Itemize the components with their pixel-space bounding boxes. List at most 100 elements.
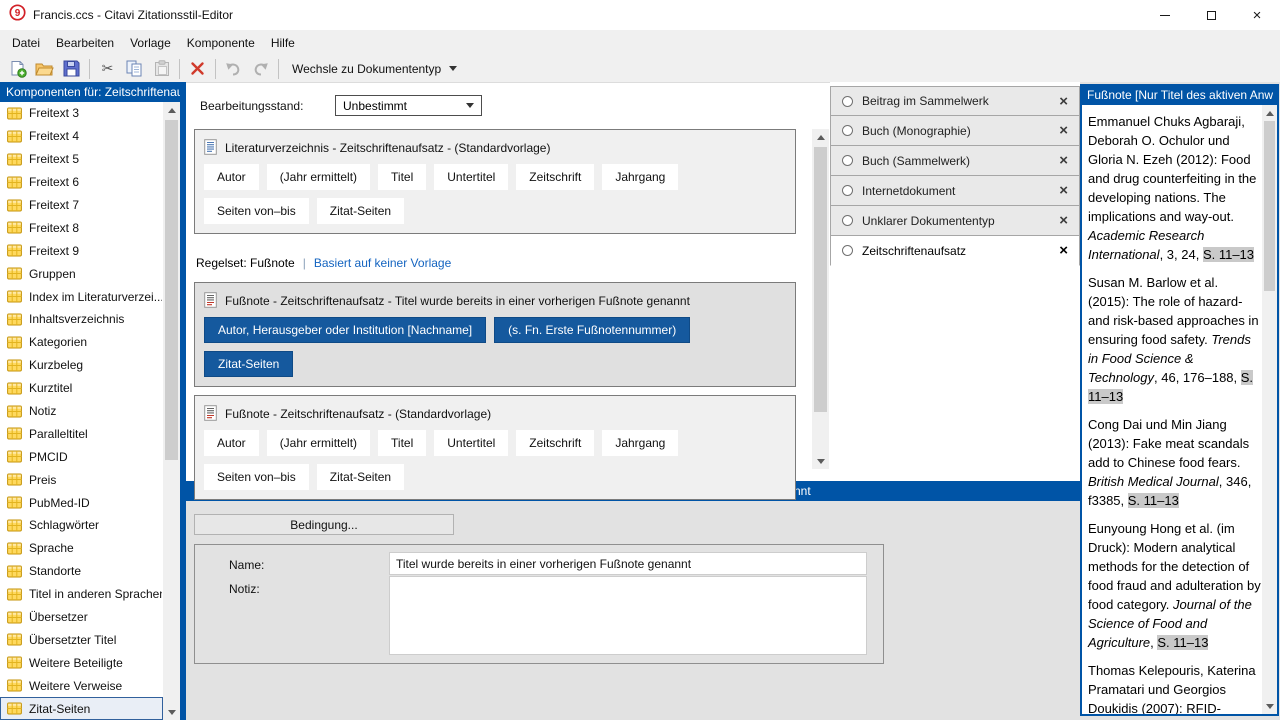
preview-scrollbar[interactable] (1262, 105, 1277, 714)
template-chip[interactable]: Zeitschrift (516, 164, 594, 190)
radio-icon[interactable] (842, 125, 853, 136)
menu-item-vorlage[interactable]: Vorlage (122, 32, 179, 54)
save-icon[interactable] (58, 57, 85, 81)
close-icon[interactable]: × (1059, 153, 1068, 168)
radio-icon[interactable] (842, 245, 853, 256)
ruleset-base-link[interactable]: Basiert auf keiner Vorlage (314, 256, 451, 270)
close-icon[interactable]: × (1059, 183, 1068, 198)
sidebar-item[interactable]: Standorte (0, 560, 163, 583)
menu-item-datei[interactable]: Datei (4, 32, 48, 54)
scroll-up-icon[interactable] (163, 102, 180, 118)
sidebar-item[interactable]: Übersetzer (0, 606, 163, 629)
template-chip[interactable]: Zitat-Seiten (317, 198, 404, 224)
sidebar-item[interactable]: Kurzbeleg (0, 354, 163, 377)
template-chip[interactable]: Titel (378, 430, 426, 456)
sidebar-item[interactable]: Sprache (0, 537, 163, 560)
template-chip[interactable]: Untertitel (434, 430, 508, 456)
template-chip[interactable]: Autor, Herausgeber oder Institution [Nac… (204, 317, 486, 343)
scroll-up-icon[interactable] (1262, 105, 1277, 121)
doc-type-tab[interactable]: Beitrag im Sammelwerk× (830, 86, 1080, 116)
sidebar-item[interactable]: Freitext 5 (0, 148, 163, 171)
sidebar-item[interactable]: Übersetzter Titel (0, 628, 163, 651)
scroll-down-icon[interactable] (812, 453, 829, 469)
sidebar-item[interactable]: Freitext 6 (0, 171, 163, 194)
radio-icon[interactable] (842, 185, 853, 196)
menu-item-komponente[interactable]: Komponente (179, 32, 263, 54)
open-icon[interactable] (31, 57, 58, 81)
template-chip[interactable]: Autor (204, 430, 259, 456)
doc-type-tab[interactable]: Buch (Sammelwerk)× (830, 146, 1080, 176)
sidebar-item[interactable]: Freitext 7 (0, 194, 163, 217)
sidebar-item[interactable]: Weitere Verweise (0, 674, 163, 697)
template-box-footnote-default[interactable]: Fußnote - Zeitschriftenaufsatz - (Standa… (194, 395, 796, 500)
sidebar-scrollbar[interactable] (163, 102, 180, 720)
close-icon[interactable]: × (1059, 94, 1068, 109)
template-chip[interactable]: (Jahr ermittelt) (267, 164, 370, 190)
scroll-thumb[interactable] (165, 120, 178, 460)
template-box-bibliography[interactable]: Literaturverzeichnis - Zeitschriftenaufs… (194, 129, 796, 234)
template-chip[interactable]: Titel (378, 164, 426, 190)
radio-icon[interactable] (842, 155, 853, 166)
template-chip[interactable]: (Jahr ermittelt) (267, 430, 370, 456)
scroll-up-icon[interactable] (812, 129, 829, 145)
cut-icon[interactable]: ✂ (94, 57, 121, 81)
template-chip[interactable]: Jahrgang (602, 430, 678, 456)
minimize-icon[interactable] (1142, 0, 1188, 30)
editing-status-select[interactable]: Unbestimmt (335, 95, 482, 116)
editor-scrollbar[interactable] (812, 129, 829, 469)
template-chip[interactable]: Zitat-Seiten (317, 464, 404, 490)
scroll-down-icon[interactable] (1262, 698, 1277, 714)
close-icon[interactable]: × (1234, 0, 1280, 30)
template-chip[interactable]: Autor (204, 164, 259, 190)
sidebar-item[interactable]: Index im Literaturverzei... (0, 285, 163, 308)
sidebar-item[interactable]: Zitat-Seiten (0, 697, 163, 720)
template-chip[interactable]: (s. Fn. Erste Fußnotennummer) (494, 317, 690, 343)
sidebar-item[interactable]: Kategorien (0, 331, 163, 354)
doc-type-tab[interactable]: Unklarer Dokumententyp× (830, 206, 1080, 236)
new-style-icon[interactable] (4, 57, 31, 81)
switch-document-type-dropdown[interactable]: Wechsle zu Dokumententyp (283, 59, 466, 79)
doc-type-tab[interactable]: Zeitschriftenaufsatz× (830, 236, 1080, 266)
sidebar-item[interactable]: Freitext 3 (0, 102, 163, 125)
template-note-textarea[interactable] (389, 576, 867, 655)
sidebar-item[interactable]: Schlagwörter (0, 514, 163, 537)
template-editor-area: Bearbeitungsstand: Unbestimmt Literaturv… (186, 82, 1080, 481)
sidebar-item[interactable]: Freitext 4 (0, 125, 163, 148)
sidebar-item[interactable]: PMCID (0, 445, 163, 468)
template-box-footnote-repeated-title[interactable]: Fußnote - Zeitschriftenaufsatz - Titel w… (194, 282, 796, 387)
template-name-input[interactable] (389, 552, 867, 575)
menu-item-bearbeiten[interactable]: Bearbeiten (48, 32, 122, 54)
scroll-thumb[interactable] (814, 147, 827, 412)
sidebar-item[interactable]: Notiz (0, 400, 163, 423)
sidebar-item[interactable]: Gruppen (0, 262, 163, 285)
sidebar-item[interactable]: Freitext 8 (0, 216, 163, 239)
close-icon[interactable]: × (1059, 123, 1068, 138)
sidebar-item[interactable]: Weitere Beteiligte (0, 651, 163, 674)
template-chip[interactable]: Seiten von–bis (204, 464, 309, 490)
close-icon[interactable]: × (1059, 243, 1068, 258)
maximize-icon[interactable] (1188, 0, 1234, 30)
sidebar-item[interactable]: PubMed-ID (0, 491, 163, 514)
template-chip[interactable]: Jahrgang (602, 164, 678, 190)
template-chip[interactable]: Zeitschrift (516, 430, 594, 456)
sidebar-item[interactable]: Paralleltitel (0, 422, 163, 445)
doc-type-tab[interactable]: Buch (Monographie)× (830, 116, 1080, 146)
sidebar-item[interactable]: Titel in anderen Sprachen (0, 583, 163, 606)
sidebar-item[interactable]: Inhaltsverzeichnis (0, 308, 163, 331)
doc-type-tab[interactable]: Internetdokument× (830, 176, 1080, 206)
template-chip[interactable]: Seiten von–bis (204, 198, 309, 224)
template-chip[interactable]: Zitat-Seiten (204, 351, 293, 377)
condition-button[interactable]: Bedingung... (194, 514, 454, 535)
sidebar-item[interactable]: Kurztitel (0, 377, 163, 400)
template-chip[interactable]: Untertitel (434, 164, 508, 190)
radio-icon[interactable] (842, 215, 853, 226)
sidebar-item[interactable]: Preis (0, 468, 163, 491)
close-icon[interactable]: × (1059, 213, 1068, 228)
scroll-thumb[interactable] (1264, 121, 1275, 291)
copy-icon[interactable] (121, 57, 148, 81)
sidebar-item[interactable]: Freitext 9 (0, 239, 163, 262)
delete-icon[interactable] (184, 57, 211, 81)
menu-item-hilfe[interactable]: Hilfe (263, 32, 303, 54)
radio-icon[interactable] (842, 96, 853, 107)
scroll-down-icon[interactable] (163, 704, 180, 720)
